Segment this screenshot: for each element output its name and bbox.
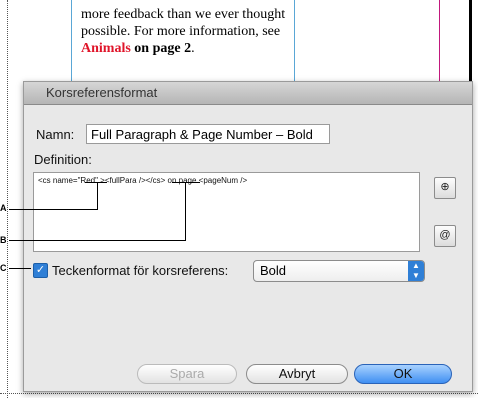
document-text: more feedback than we ever thought possi… <box>81 6 291 57</box>
char-format-label: Teckenformat för korsreferens: <box>52 263 229 278</box>
leader-b-vertical <box>185 182 186 240</box>
leader-a-horizontal <box>9 209 98 210</box>
callout-b: B <box>0 235 7 245</box>
leader-c <box>9 268 31 269</box>
doc-line-2: possible. For more information, see <box>81 24 281 39</box>
dialog-title: Korsreferensformat <box>24 82 472 105</box>
callout-a: A <box>0 203 7 213</box>
page-edge <box>469 0 472 84</box>
doc-line-3: Animals on page 2. <box>81 40 291 57</box>
callout-c: C <box>0 263 7 273</box>
cancel-button[interactable]: Avbryt <box>246 364 348 384</box>
insert-special-character-button[interactable]: @ <box>434 225 456 247</box>
page-reference: on page 2 <box>134 41 192 56</box>
name-input[interactable]: Full Paragraph & Page Number – Bold <box>86 124 330 144</box>
checkmark-icon: ✓ <box>35 264 46 276</box>
name-label: Namn: <box>36 127 75 142</box>
char-format-value: Bold <box>260 263 287 278</box>
doc-line-1: more feedback than we ever thought <box>81 7 286 22</box>
period: . <box>191 41 195 56</box>
margin-guide-vertical <box>7 0 8 398</box>
leader-b-horizontal <box>9 240 186 241</box>
margin-guide-horizontal <box>0 393 478 394</box>
insert-building-block-button[interactable]: ⊕ <box>434 177 456 199</box>
char-format-checkbox[interactable]: ✓ <box>33 263 48 278</box>
insert-special-character-icon: @ <box>439 229 451 241</box>
leader-a-vertical <box>97 182 98 209</box>
save-button[interactable]: Spara <box>137 364 237 384</box>
cross-reference-format-dialog: Korsreferensformat Namn: Full Paragraph … <box>23 81 473 392</box>
definition-label: Definition: <box>34 152 92 167</box>
cross-reference-link[interactable]: Animals <box>81 41 131 56</box>
margin-line <box>439 0 440 84</box>
ok-button[interactable]: OK <box>354 364 452 384</box>
leader-a-bracket <box>85 182 107 183</box>
updown-arrows-icon: ▲ ▼ <box>408 261 424 281</box>
insert-building-block-icon: ⊕ <box>440 181 450 193</box>
leader-b-bracket <box>172 182 200 183</box>
char-format-select[interactable]: Bold ▲ ▼ <box>253 260 425 282</box>
